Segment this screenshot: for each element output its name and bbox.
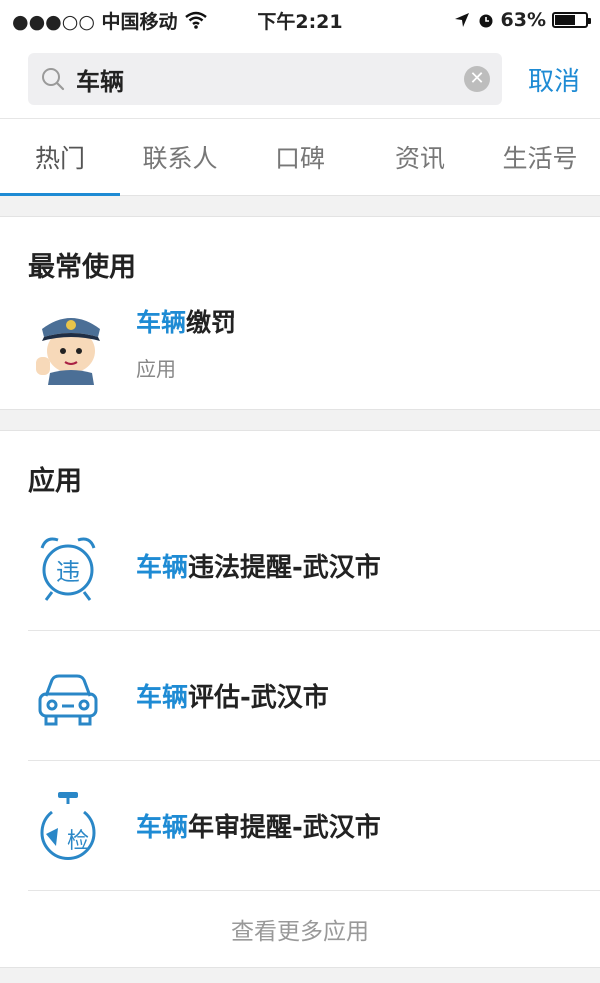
cancel-button[interactable]: 取消 bbox=[528, 61, 580, 98]
search-input[interactable]: 车辆 bbox=[76, 62, 454, 97]
name-rest: 缴罚 bbox=[186, 307, 237, 337]
spacer bbox=[0, 196, 600, 216]
frequent-item[interactable]: 车辆缴罚 应用 bbox=[0, 293, 600, 409]
alarm-clock-icon bbox=[479, 14, 493, 28]
section-title-frequent: 最常使用 bbox=[28, 252, 136, 283]
category-tabs: 热门 联系人 口碑 资讯 生活号 bbox=[0, 118, 600, 196]
inspection-timer-icon: 检 bbox=[40, 791, 96, 860]
violation-alarm-icon: 违 bbox=[40, 537, 96, 601]
search-icon bbox=[42, 68, 65, 91]
frequent-section: 最常使用 车辆缴罚 应用 bbox=[0, 216, 600, 410]
section-title-apps: 应用 bbox=[28, 466, 82, 497]
app-label-highlight: 车辆 bbox=[136, 813, 189, 843]
frequent-item-name: 车辆缴罚 bbox=[136, 303, 236, 339]
status-bar: ●●●○○ 中国移动 下午2:21 63% bbox=[0, 0, 600, 40]
icon-glyph-violation: 违 bbox=[56, 558, 80, 586]
tab-0[interactable]: 热门 bbox=[0, 119, 120, 196]
clear-icon[interactable]: ✕ bbox=[463, 66, 490, 92]
police-avatar-icon bbox=[36, 318, 100, 385]
carrier-label: ●●●○○ 中国移动 bbox=[12, 10, 178, 33]
location-arrow-icon bbox=[454, 13, 469, 27]
more-apps-link[interactable]: 查看更多应用 bbox=[0, 891, 600, 967]
wifi-icon bbox=[184, 11, 207, 29]
spacer bbox=[0, 410, 600, 430]
name-highlight: 车辆 bbox=[136, 307, 187, 337]
tab-1[interactable]: 联系人 bbox=[120, 119, 240, 195]
car-icon bbox=[38, 674, 98, 725]
tab-2[interactable]: 口碑 bbox=[240, 119, 360, 195]
frequent-item-subtitle: 应用 bbox=[136, 356, 176, 381]
search-bar: 车辆 ✕ 取消 bbox=[0, 40, 600, 118]
battery-fill bbox=[555, 15, 576, 25]
icon-glyph-inspection: 检 bbox=[67, 829, 89, 854]
app-item-inspection[interactable]: 检 车辆年审提醒-武汉市 bbox=[28, 761, 600, 891]
app-item-valuation[interactable]: 车辆评估-武汉市 bbox=[28, 631, 600, 761]
app-label-rest: 年审提醒-武汉市 bbox=[188, 813, 381, 843]
battery-icon bbox=[552, 12, 591, 28]
tab-3[interactable]: 资讯 bbox=[360, 119, 480, 195]
app-label-highlight: 车辆 bbox=[136, 683, 189, 713]
tab-4[interactable]: 生活号 bbox=[480, 119, 600, 195]
app-label-highlight: 车辆 bbox=[136, 553, 189, 583]
app-label-rest: 违法提醒-武汉市 bbox=[188, 553, 381, 583]
app-label: 车辆年审提醒-武汉市 bbox=[136, 807, 381, 844]
apps-section: 应用 违 车辆违法提醒-武汉市 车辆评估-武汉市 检 车辆年审提醒-武汉市 查看… bbox=[0, 430, 600, 968]
status-right: 63% bbox=[453, 9, 591, 31]
app-item-violation[interactable]: 违 车辆违法提醒-武汉市 bbox=[28, 501, 600, 631]
app-label-rest: 评估-武汉市 bbox=[188, 683, 329, 713]
app-label: 车辆违法提醒-武汉市 bbox=[136, 547, 381, 584]
frequent-item-text: 车辆缴罚 应用 bbox=[136, 303, 236, 382]
search-field[interactable]: 车辆 ✕ bbox=[28, 53, 502, 105]
app-label: 车辆评估-武汉市 bbox=[136, 677, 329, 714]
battery-percent: 63% bbox=[500, 9, 546, 31]
status-left: ●●●○○ 中国移动 bbox=[12, 7, 208, 34]
